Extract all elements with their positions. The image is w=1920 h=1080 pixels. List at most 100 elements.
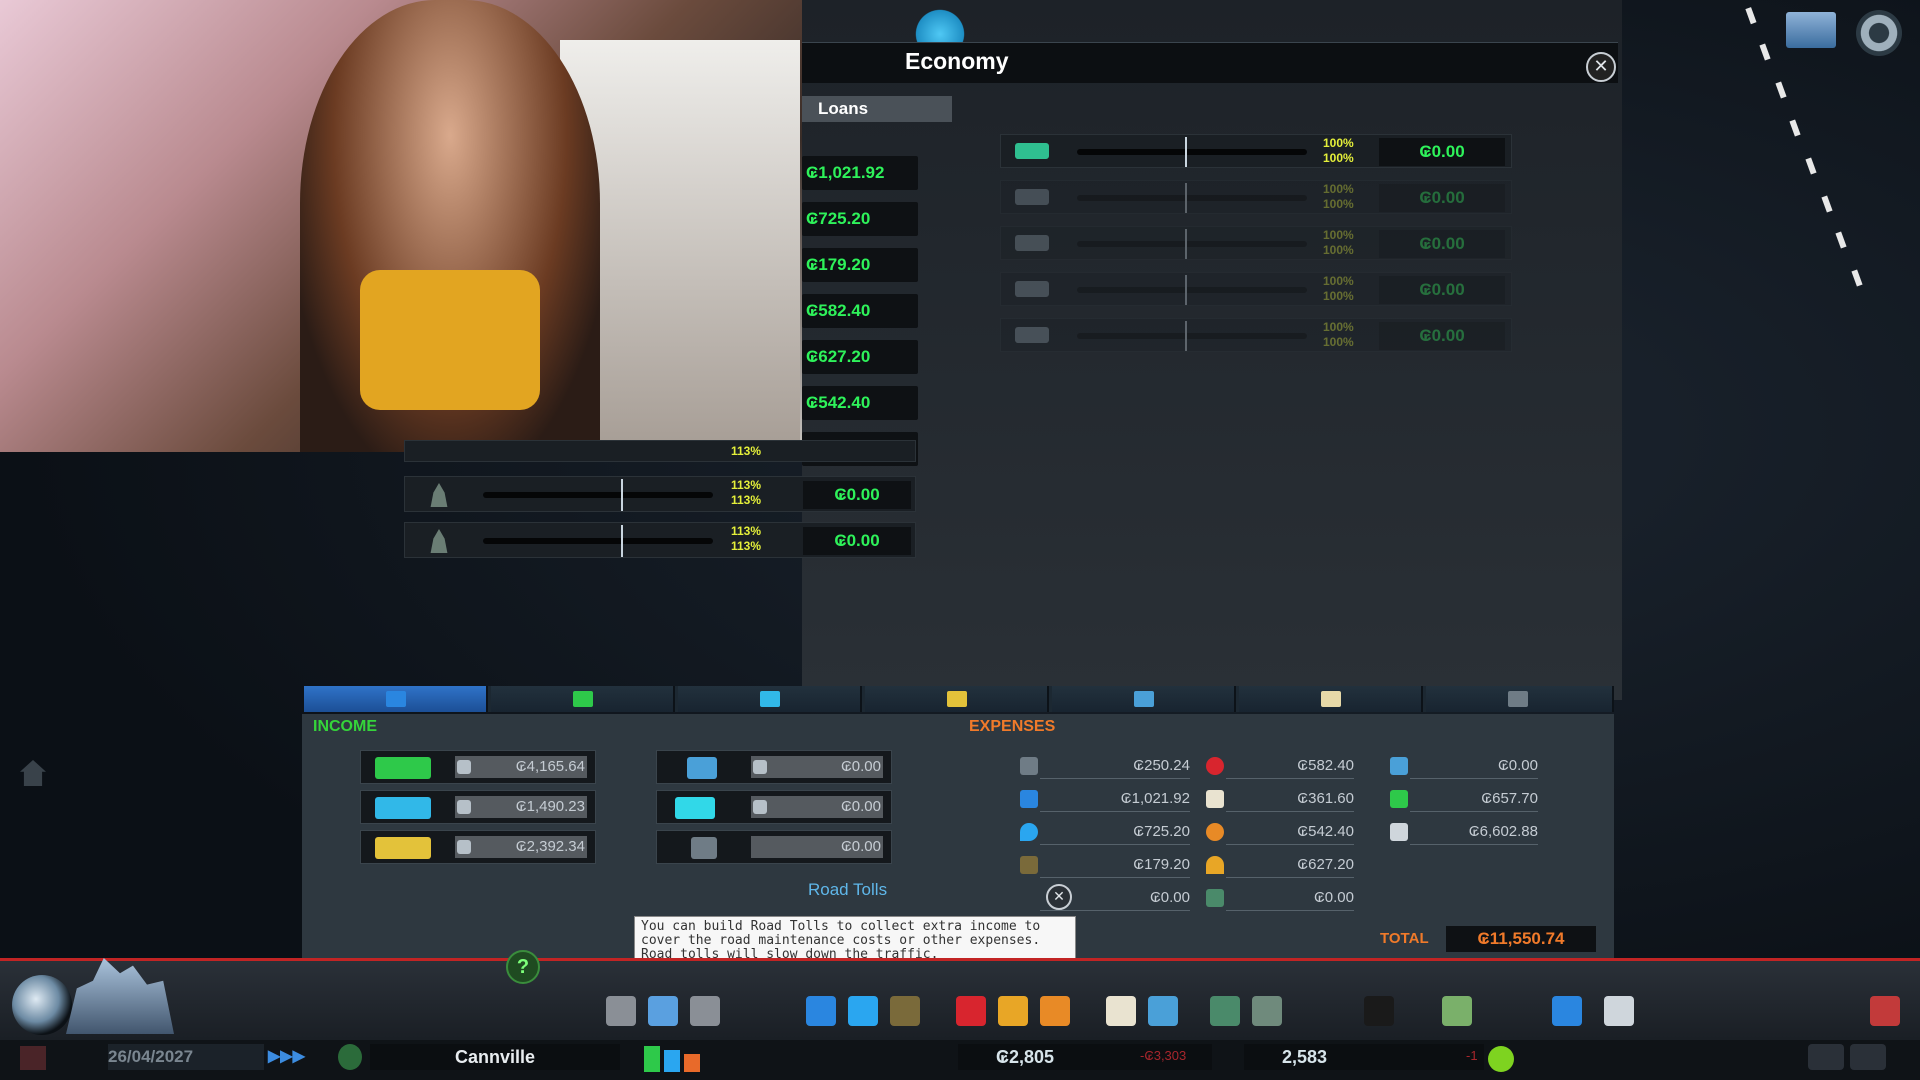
tab-office[interactable] bbox=[865, 686, 1049, 712]
road-icon bbox=[691, 837, 717, 859]
expense-amount: ₢0.00 bbox=[1410, 754, 1538, 779]
budget-percent-day: 100% bbox=[1323, 182, 1354, 196]
freecam-icon[interactable] bbox=[1850, 1044, 1886, 1070]
transport-tool-icon[interactable] bbox=[1148, 996, 1178, 1026]
budget-slider-handle[interactable] bbox=[1183, 137, 1193, 167]
gear-icon[interactable] bbox=[1856, 10, 1902, 56]
checkbox-icon[interactable] bbox=[457, 840, 471, 854]
tram-icon bbox=[1015, 189, 1049, 205]
budget-percent-day: 100% bbox=[1323, 320, 1354, 334]
checkbox-icon[interactable] bbox=[457, 800, 471, 814]
budget-value: ₢0.00 bbox=[1379, 276, 1505, 304]
population-change: -1 bbox=[1466, 1048, 1478, 1063]
train-icon bbox=[1015, 235, 1049, 251]
income-industrial: ₢2,392.34 bbox=[360, 830, 596, 864]
expense-water: ₢725.20 bbox=[1020, 820, 1190, 845]
electricity-tool-icon[interactable] bbox=[806, 996, 836, 1026]
police-tool-icon[interactable] bbox=[1040, 996, 1070, 1026]
economy-tool-icon[interactable] bbox=[1552, 996, 1582, 1026]
tab-transport[interactable] bbox=[1052, 686, 1236, 712]
loan-amount-3: ₢179.20 bbox=[802, 248, 918, 282]
expense-electricity: ₢1,021.92 bbox=[1020, 787, 1190, 812]
expense-amount: ₢542.40 bbox=[1226, 820, 1354, 845]
road-tolls-label[interactable]: Road Tolls bbox=[808, 880, 887, 900]
budget-row-bus: 100% 100% ₢0.00 bbox=[1000, 134, 1512, 168]
expense-amount: ₢582.40 bbox=[1226, 754, 1354, 779]
roads-tool-icon[interactable] bbox=[606, 996, 636, 1026]
roads-tab-icon bbox=[1508, 691, 1528, 707]
expense-amount: ₢657.70 bbox=[1410, 787, 1538, 812]
monuments-tool-icon[interactable] bbox=[1252, 996, 1282, 1026]
chirper-icon[interactable] bbox=[1786, 12, 1836, 48]
budget-slider-handle[interactable] bbox=[1183, 229, 1193, 259]
tourism-tab-icon bbox=[1321, 691, 1341, 707]
tab-loans[interactable]: Loans bbox=[802, 96, 952, 122]
fire-tool-icon[interactable] bbox=[998, 996, 1028, 1026]
districts-tool-icon[interactable] bbox=[690, 996, 720, 1026]
expense-amount: ₢725.20 bbox=[1040, 820, 1190, 845]
budget-slider[interactable] bbox=[483, 492, 713, 498]
bulldoze-tool-icon[interactable] bbox=[1870, 996, 1900, 1026]
healthcare-tool-icon[interactable] bbox=[956, 996, 986, 1026]
road-markings bbox=[1745, 7, 1863, 287]
education-tool-icon[interactable] bbox=[1106, 996, 1136, 1026]
garbage-tool-icon[interactable] bbox=[890, 996, 920, 1026]
landscaping-tool-icon[interactable] bbox=[1364, 996, 1394, 1026]
budget-slider-handle[interactable] bbox=[621, 479, 627, 511]
total-value: ₢11,550.74 bbox=[1446, 926, 1596, 952]
budget-percent-night: 100% bbox=[1323, 289, 1354, 303]
income-residential: ₢4,165.64 bbox=[360, 750, 596, 784]
disasters-tool-icon[interactable] bbox=[1442, 996, 1472, 1026]
expense-roads: ₢250.24 bbox=[1020, 754, 1190, 779]
parks-icon bbox=[1206, 889, 1224, 907]
budget-row-parks: 113% 113% ₢0.00 bbox=[404, 476, 916, 512]
budget-percent-night: 100% bbox=[1323, 151, 1354, 165]
policies-tool-icon[interactable] bbox=[1604, 996, 1634, 1026]
budget-row-train: 100% 100% ₢0.00 bbox=[1000, 226, 1512, 260]
healthcare-icon bbox=[1206, 757, 1224, 775]
camera-icon[interactable] bbox=[1808, 1044, 1844, 1070]
budget-value: ₢0.00 bbox=[1379, 230, 1505, 258]
budget-percent-night: 100% bbox=[1323, 243, 1354, 257]
budget-slider-handle[interactable] bbox=[621, 525, 627, 557]
window-title: Economy bbox=[905, 48, 1009, 74]
unlock-icon[interactable] bbox=[338, 1044, 362, 1070]
monument-icon bbox=[430, 529, 448, 553]
income-amount: ₢0.00 bbox=[840, 798, 881, 815]
pause-icon[interactable] bbox=[20, 1046, 46, 1070]
budget-slider-handle[interactable] bbox=[1183, 275, 1193, 305]
globe-icon[interactable] bbox=[12, 975, 72, 1035]
budget-percent-day: 100% bbox=[1323, 136, 1354, 150]
loan-amount-1: ₢1,021.92 bbox=[802, 156, 918, 190]
checkbox-icon[interactable] bbox=[753, 800, 767, 814]
water-tool-icon[interactable] bbox=[848, 996, 878, 1026]
budget-slider[interactable] bbox=[483, 538, 713, 544]
help-button[interactable]: ? bbox=[506, 950, 540, 984]
education-icon bbox=[1206, 790, 1224, 808]
roads-icon bbox=[1020, 757, 1038, 775]
tab-residential[interactable] bbox=[304, 686, 488, 712]
budget-value: ₢0.00 bbox=[803, 527, 911, 555]
checkbox-icon[interactable] bbox=[753, 760, 767, 774]
close-icon[interactable]: ✕ bbox=[1586, 52, 1616, 82]
close-icon[interactable]: ✕ bbox=[1046, 884, 1072, 910]
expense-amount: ₢6,602.88 bbox=[1410, 820, 1538, 845]
checkbox-icon[interactable] bbox=[457, 760, 471, 774]
info-views-icon[interactable] bbox=[640, 1040, 712, 1076]
budget-slider-handle[interactable] bbox=[1183, 321, 1193, 351]
expense-parks: ₢0.00 bbox=[1206, 886, 1354, 911]
city-name[interactable]: Cannville bbox=[370, 1044, 620, 1070]
tab-commercial[interactable] bbox=[491, 686, 675, 712]
income-commercial: ₢1,490.23 bbox=[360, 790, 596, 824]
parks-tool-icon[interactable] bbox=[1210, 996, 1240, 1026]
tab-roads[interactable] bbox=[1426, 686, 1614, 712]
residential-icon bbox=[375, 757, 431, 779]
budget-slider-handle[interactable] bbox=[1183, 183, 1193, 213]
tab-industrial[interactable] bbox=[678, 686, 862, 712]
zoning-tool-icon[interactable] bbox=[648, 996, 678, 1026]
economy-tabs bbox=[304, 686, 1614, 712]
budget-row-tram: 100% 100% ₢0.00 bbox=[1000, 180, 1512, 214]
tab-tourism[interactable] bbox=[1239, 686, 1423, 712]
budget-percent-day: 113% bbox=[731, 524, 762, 538]
speed-icon[interactable]: ▶▶▶ bbox=[268, 1046, 305, 1066]
